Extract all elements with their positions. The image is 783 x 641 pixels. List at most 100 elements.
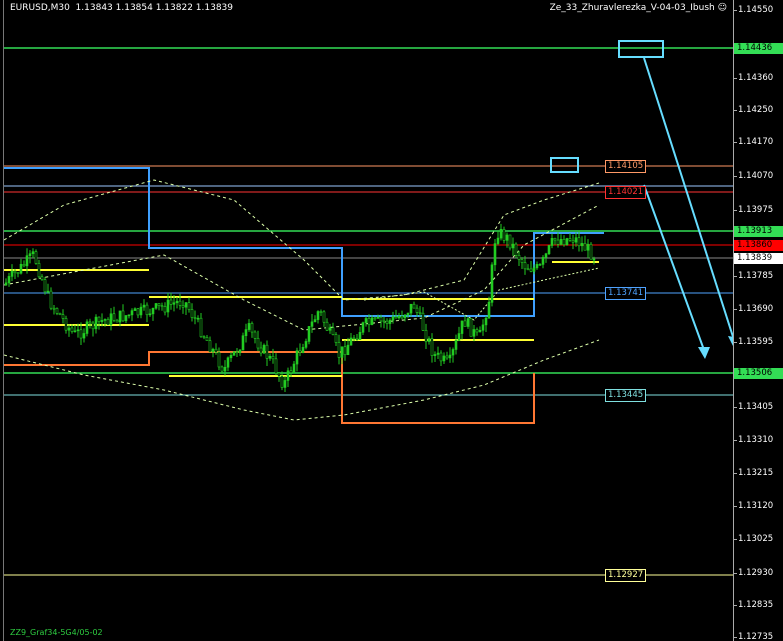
price-tick-mark — [734, 342, 737, 343]
candle-body — [64, 318, 68, 331]
candle-body — [286, 370, 290, 381]
candle-body — [451, 349, 455, 356]
arrow-long[interactable] — [643, 57, 734, 341]
candle-body — [37, 263, 41, 278]
candle-body — [571, 240, 575, 243]
level-tag-112927[interactable]: 1.12927 — [605, 569, 647, 582]
candle-body — [316, 311, 320, 320]
price-tick-label: 1.13120 — [738, 501, 774, 511]
candle-body — [274, 358, 278, 374]
plot-area[interactable]: 1.14105 1.14021 1.13741 1.13445 1.12927 … — [3, 0, 734, 641]
price-tick-label: 1.13785 — [738, 271, 774, 281]
price-tick-label: 1.12735 — [738, 632, 774, 641]
candle-body — [511, 243, 515, 249]
candle-body — [232, 351, 236, 356]
candle-body — [433, 354, 437, 356]
candle-body — [277, 372, 281, 377]
candle-body — [358, 332, 362, 340]
candle-body — [580, 243, 584, 247]
price-tick-mark — [734, 506, 737, 507]
candle-body — [82, 333, 86, 339]
target-box-upper[interactable] — [618, 40, 664, 58]
axis-tag-green-upper[interactable]: 1.14436 — [734, 43, 783, 54]
candle-body — [346, 344, 350, 356]
chart-window[interactable]: 1.14105 1.14021 1.13741 1.13445 1.12927 … — [0, 0, 783, 641]
candle-body — [583, 243, 587, 251]
price-tick-label: 1.13405 — [738, 402, 774, 412]
candle-body — [349, 337, 353, 346]
candle-body — [139, 306, 143, 316]
candle-body — [517, 255, 521, 260]
inner-band — [363, 267, 600, 321]
candle-body — [79, 329, 83, 339]
candle-body — [475, 329, 479, 333]
candle-body — [400, 315, 404, 319]
candle-body — [382, 320, 386, 323]
arrow-short[interactable] — [643, 184, 705, 351]
candle-body — [547, 245, 551, 255]
candlestick-series — [4, 223, 596, 393]
axis-tag-red[interactable]: 1.13860 — [734, 240, 783, 251]
candle-body — [244, 329, 248, 337]
candle-body — [31, 251, 35, 254]
axis-tag-green-mid[interactable]: 1.13913 — [734, 226, 783, 237]
middle-band — [4, 204, 600, 331]
candle-body — [313, 319, 317, 323]
arrow-short-head — [698, 347, 710, 359]
indicator-name: Ze_33_Zhuravlerezka_V-04-03_Ibush — [549, 3, 715, 13]
price-tick-mark — [734, 473, 737, 474]
blue-step-line — [4, 167, 604, 317]
candle-body — [61, 314, 65, 319]
level-tag-114021[interactable]: 1.14021 — [605, 186, 647, 199]
price-tick-label: 1.12835 — [738, 600, 774, 610]
candle-body — [304, 341, 308, 348]
candle-body — [259, 347, 263, 354]
indicator-footer-label: ZZ9_Graf34-5G4/05-02 — [10, 628, 103, 637]
price-tick-label: 1.14170 — [738, 137, 774, 147]
candle-body — [319, 311, 323, 313]
target-box-mid[interactable] — [550, 157, 579, 173]
price-tick-label: 1.13310 — [738, 435, 774, 445]
candle-body — [268, 355, 272, 359]
price-tick-mark — [734, 637, 737, 638]
candle-body — [301, 347, 305, 353]
candle-body — [187, 302, 191, 310]
price-tick-label: 1.13025 — [738, 534, 774, 544]
candle-body — [424, 330, 428, 342]
level-tag-113741[interactable]: 1.13741 — [605, 287, 647, 300]
candle-body — [295, 350, 299, 365]
level-tag-114105[interactable]: 1.14105 — [605, 160, 647, 173]
candle-body — [247, 323, 251, 330]
candle-body — [208, 340, 212, 353]
candle-body — [586, 243, 590, 251]
axis-tag-current-price[interactable]: 1.13839 — [734, 253, 783, 264]
chart-canvas[interactable] — [4, 0, 734, 641]
candle-body — [430, 338, 434, 356]
candle-body — [70, 327, 74, 332]
candle-body — [493, 243, 497, 266]
candle-body — [343, 346, 347, 356]
candle-body — [94, 316, 98, 330]
candle-body — [253, 331, 257, 339]
price-axis[interactable]: 1.14550 1.14436 1.14360 1.14250 1.14170 1.140… — [733, 0, 783, 641]
candle-body — [280, 375, 284, 388]
candle-body — [562, 239, 566, 246]
candle-body — [130, 310, 134, 316]
candle-body — [457, 333, 461, 341]
candle-body — [337, 342, 341, 358]
candle-body — [322, 311, 326, 323]
candle-body — [4, 282, 8, 286]
price-tick-mark — [734, 10, 737, 11]
candle-body — [529, 268, 533, 272]
level-tag-113445[interactable]: 1.13445 — [605, 389, 647, 402]
candle-body — [331, 327, 335, 335]
price-tick-mark — [734, 142, 737, 143]
candle-body — [7, 276, 11, 284]
candle-body — [217, 351, 221, 368]
candle-body — [127, 314, 131, 317]
candle-body — [91, 322, 95, 330]
candle-body — [469, 318, 473, 337]
candle-body — [514, 243, 518, 256]
axis-tag-green-lower[interactable]: 1.13506 — [734, 368, 783, 379]
candle-body — [13, 270, 17, 274]
